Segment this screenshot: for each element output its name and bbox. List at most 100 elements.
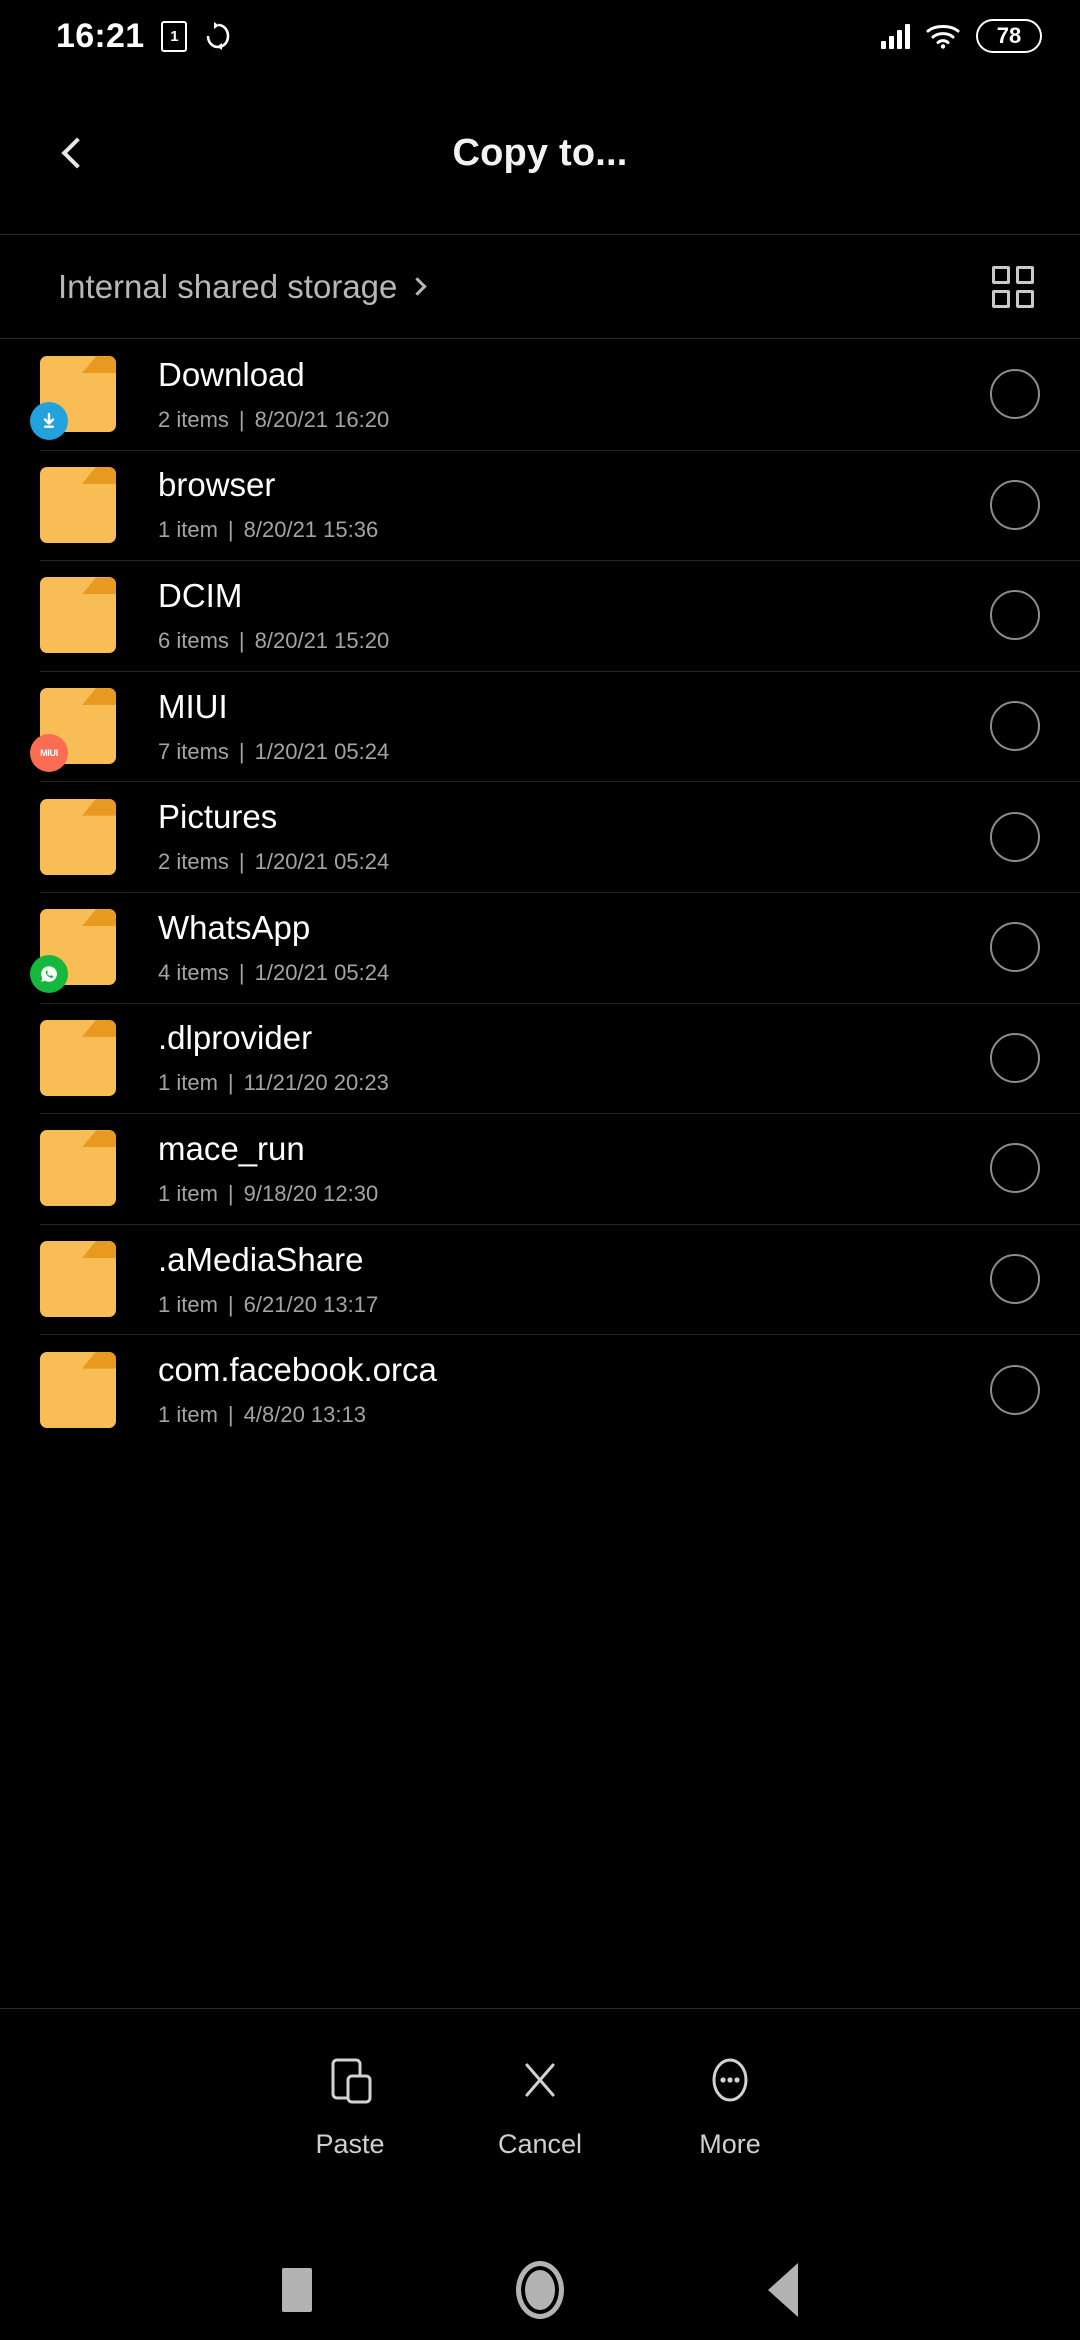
- more-button[interactable]: More: [635, 2051, 825, 2160]
- folder-icon: [40, 1019, 116, 1096]
- file-meta: 2 items | 1/20/21 05:24: [158, 851, 990, 873]
- file-date: 8/20/21 16:20: [254, 406, 390, 432]
- file-list-item[interactable]: Download 2 items | 8/20/21 16:20: [0, 339, 1080, 450]
- breadcrumb-item-internal-storage[interactable]: Internal shared storage: [58, 268, 428, 306]
- page-title: Copy to...: [452, 131, 628, 174]
- recents-square-icon[interactable]: [282, 2268, 312, 2312]
- file-name: browser: [158, 466, 276, 504]
- file-list-item[interactable]: mace_run 1 item | 9/18/20 12:30: [0, 1113, 1080, 1224]
- file-list-item[interactable]: .aMediaShare 1 item | 6/21/20 13:17: [0, 1223, 1080, 1335]
- status-bar-left: 16:21 1: [56, 17, 232, 56]
- phone-screen: 16:21 1 78 Copy to... Internal shared st…: [0, 0, 1080, 2340]
- breadcrumb: Internal shared storage: [0, 235, 1080, 338]
- file-date: 1/20/21 05:24: [254, 849, 390, 875]
- select-radio-button[interactable]: [990, 1032, 1040, 1083]
- file-list[interactable]: Download 2 items | 8/20/21 16:20 browser 1 it…: [0, 339, 1080, 2009]
- file-item-count: 1 item: [158, 1070, 218, 1096]
- file-meta: 4 items | 1/20/21 05:24: [158, 959, 990, 985]
- grid-view-icon[interactable]: [992, 265, 1034, 308]
- file-item-count: 1 item: [158, 517, 218, 543]
- file-name: com.facebook.orca: [158, 1351, 437, 1389]
- file-meta: 6 items | 8/20/21 15:20: [158, 627, 990, 653]
- file-item-count: 1 item: [158, 1291, 218, 1317]
- status-bar-right: 78: [881, 19, 1042, 53]
- file-list-item[interactable]: browser 1 item | 8/20/21 15:36: [0, 449, 1080, 561]
- folder-icon: [30, 909, 116, 994]
- back-chevron-icon: [61, 137, 93, 169]
- file-name: .aMediaShare: [158, 1240, 364, 1278]
- file-item-details: browser 1 item | 8/20/21 15:36: [116, 468, 990, 541]
- meta-separator: |: [238, 406, 245, 432]
- select-radio-button[interactable]: [990, 1143, 1040, 1194]
- folder-icon: [40, 466, 116, 543]
- meta-separator: |: [238, 959, 245, 985]
- file-list-item[interactable]: WhatsApp 4 items | 1/20/21 05:24: [0, 891, 1080, 1003]
- file-item-details: .aMediaShare 1 item | 6/21/20 13:17: [116, 1243, 990, 1316]
- home-circle-icon[interactable]: [516, 2261, 564, 2319]
- file-date: 1/20/21 05:24: [254, 738, 390, 764]
- file-name: mace_run: [158, 1129, 305, 1167]
- file-meta: 1 item | 11/21/20 20:23: [158, 1072, 990, 1094]
- meta-separator: |: [227, 1180, 234, 1206]
- meta-separator: |: [227, 517, 234, 543]
- miui-badge-icon: MIUI: [30, 734, 68, 773]
- folder-icon: [40, 1351, 116, 1428]
- back-button[interactable]: [34, 113, 114, 193]
- select-radio-button[interactable]: [990, 701, 1040, 752]
- app-bar: Copy to...: [0, 72, 1080, 234]
- status-time: 16:21: [56, 16, 145, 55]
- file-date: 11/21/20 20:23: [243, 1070, 389, 1096]
- paste-icon: [322, 2051, 378, 2109]
- file-item-count: 2 items: [158, 406, 229, 432]
- download-badge-icon: [30, 402, 68, 441]
- meta-separator: |: [238, 738, 245, 764]
- file-item-count: 2 items: [158, 849, 229, 875]
- sync-icon: [204, 21, 232, 51]
- select-radio-button[interactable]: [990, 479, 1040, 530]
- battery-indicator: 78: [976, 19, 1042, 53]
- file-list-item[interactable]: Pictures 2 items | 1/20/21 05:24: [0, 781, 1080, 892]
- cancel-button[interactable]: Cancel: [445, 2051, 635, 2160]
- file-item-count: 4 items: [158, 959, 229, 985]
- whatsapp-badge-icon: [30, 955, 68, 994]
- paste-button[interactable]: Paste: [255, 2051, 445, 2160]
- file-list-item[interactable]: .dlprovider 1 item | 11/21/20 20:23: [0, 1002, 1080, 1114]
- select-radio-button[interactable]: [990, 1364, 1040, 1415]
- paste-label: Paste: [315, 2129, 385, 2159]
- meta-separator: |: [227, 1402, 234, 1428]
- file-name: MIUI: [158, 687, 228, 725]
- file-list-item[interactable]: com.facebook.orca 1 item | 4/8/20 13:13: [0, 1334, 1080, 1445]
- file-list-item[interactable]: DCIM 6 items | 8/20/21 15:20: [0, 560, 1080, 671]
- back-triangle-icon[interactable]: [768, 2263, 798, 2317]
- file-item-count: 1 item: [158, 1402, 218, 1428]
- battery-level: 78: [996, 23, 1022, 48]
- android-navigation-bar: [0, 2240, 1080, 2340]
- file-item-details: WhatsApp 4 items | 1/20/21 05:24: [116, 911, 990, 984]
- file-meta: 1 item | 9/18/20 12:30: [158, 1180, 990, 1206]
- file-date: 9/18/20 12:30: [243, 1180, 379, 1206]
- bottom-toolbar: Paste Cancel More: [0, 2009, 1080, 2229]
- cancel-label: Cancel: [497, 2129, 583, 2159]
- meta-separator: |: [238, 627, 245, 653]
- close-x-icon: [512, 2051, 568, 2109]
- select-radio-button[interactable]: [990, 811, 1040, 862]
- select-radio-button[interactable]: [990, 369, 1040, 420]
- file-item-details: Download 2 items | 8/20/21 16:20: [116, 358, 990, 431]
- file-item-details: .dlprovider 1 item | 11/21/20 20:23: [116, 1021, 990, 1094]
- file-list-item[interactable]: MIUI MIUI 7 items | 1/20/21 05:24: [0, 670, 1080, 782]
- select-radio-button[interactable]: [990, 922, 1040, 973]
- file-meta: 2 items | 8/20/21 16:20: [158, 406, 990, 432]
- file-meta: 1 item | 4/8/20 13:13: [158, 1404, 990, 1426]
- select-radio-button[interactable]: [990, 590, 1040, 641]
- folder-icon: [40, 798, 116, 875]
- file-name: Download: [158, 355, 305, 393]
- file-meta: 1 item | 6/21/20 13:17: [158, 1291, 990, 1317]
- file-date: 8/20/21 15:36: [243, 517, 379, 543]
- wifi-icon: [926, 23, 960, 49]
- file-item-details: mace_run 1 item | 9/18/20 12:30: [116, 1132, 990, 1205]
- file-date: 1/20/21 05:24: [254, 959, 390, 985]
- file-meta: 1 item | 8/20/21 15:36: [158, 519, 990, 541]
- more-dots-icon: [702, 2051, 758, 2109]
- select-radio-button[interactable]: [990, 1254, 1040, 1305]
- file-item-count: 1 item: [158, 1180, 218, 1206]
